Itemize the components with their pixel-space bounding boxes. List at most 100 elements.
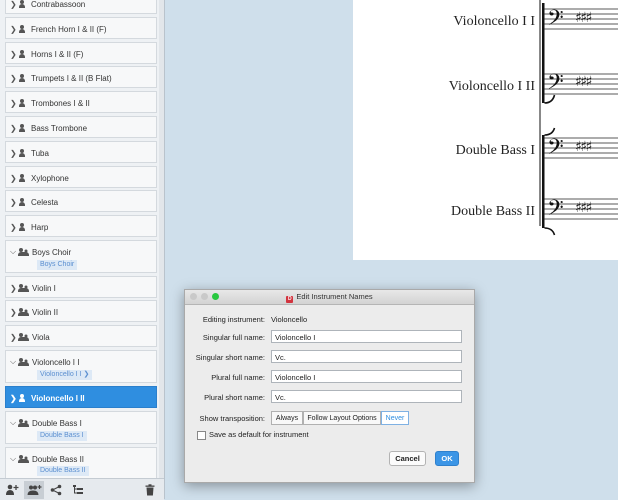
key-signature: ♯ ♯ ♯ xyxy=(575,74,592,90)
chevron-down-icon[interactable]: ⌵ xyxy=(10,357,18,367)
chevron-right-icon[interactable]: ❯ xyxy=(10,25,18,34)
instrument-label: Trumpets I & II (B Flat) xyxy=(31,73,112,83)
transposition-never-button[interactable]: Never xyxy=(381,411,409,425)
instrument-list: ❯ Contrabassoon ❯ French Horn I & II (F) ❯… xyxy=(0,0,164,478)
plural-short-name-field[interactable]: Vc. xyxy=(271,390,462,403)
staff-name: Violoncello I II xyxy=(448,79,535,94)
list-item[interactable]: ❯ Xylophone xyxy=(5,166,157,188)
chevron-right-icon[interactable]: ❯ xyxy=(10,99,18,108)
singular-full-name-field[interactable]: Violoncello I xyxy=(271,330,462,343)
person-icon xyxy=(18,99,26,107)
instrument-label: Tuba xyxy=(31,148,49,158)
list-item[interactable]: ⌵ Double Bass II Double Bass II xyxy=(5,447,157,478)
instrument-label: Bass Trombone xyxy=(31,123,88,133)
instrument-label: Celesta xyxy=(31,197,59,207)
transposition-follow-layout-button[interactable]: Follow Layout Options xyxy=(303,411,381,425)
instrument-tag[interactable]: Violoncello I I ❯ xyxy=(37,370,93,380)
bracket-hook xyxy=(544,127,556,136)
person-icon xyxy=(18,50,26,58)
list-item[interactable]: ❯ Celesta xyxy=(5,190,157,212)
list-item[interactable]: ❯ Contrabassoon xyxy=(5,0,157,14)
instrument-label: Trombones I & II xyxy=(31,98,90,108)
instrument-tag[interactable]: Double Bass II xyxy=(37,466,89,476)
list-item[interactable]: ❯ Violin I xyxy=(5,276,157,298)
scrollbar[interactable] xyxy=(159,0,164,478)
staff-name: Double Bass I xyxy=(455,143,535,158)
list-item[interactable]: ❯ Horns I & II (F) xyxy=(5,42,157,64)
key-signature: ♯ ♯ ♯ xyxy=(575,139,592,155)
add-section-player-icon[interactable] xyxy=(24,480,44,499)
add-solo-player-icon[interactable] xyxy=(2,481,22,499)
chevron-right-icon[interactable]: ❯ xyxy=(10,308,18,317)
dialog-title-text: Edit Instrument Names xyxy=(296,292,373,301)
chevron-right-icon[interactable]: ❯ xyxy=(10,174,18,183)
group-icon xyxy=(18,358,29,366)
person-icon xyxy=(18,74,26,82)
chevron-right-icon[interactable]: ❯ xyxy=(10,223,18,232)
key-signature: ♯ ♯ ♯ xyxy=(575,10,592,26)
staff-name: Double Bass II xyxy=(451,204,535,219)
chevron-right-icon[interactable]: ❯ xyxy=(10,74,18,83)
show-transposition-label: Show transposition: xyxy=(199,414,265,423)
chevron-right-icon[interactable]: ❯ xyxy=(10,284,18,293)
chevron-right-icon[interactable]: ❯ xyxy=(10,394,18,403)
instrument-label: Double Bass II xyxy=(32,454,85,464)
instrument-label: Violoncello I I xyxy=(32,357,80,367)
trash-icon[interactable] xyxy=(140,481,160,499)
instrument-label: Violin I xyxy=(32,283,56,293)
list-item[interactable]: ⌵ Violoncello I I Violoncello I I ❯ xyxy=(5,350,157,383)
chevron-right-icon[interactable]: ❯ xyxy=(10,333,18,342)
list-item[interactable]: ⌵ Boys Choir Boys Choir xyxy=(5,240,157,273)
score-staves xyxy=(539,0,618,236)
editing-instrument-value: Violoncello xyxy=(271,315,308,324)
dialog-title: D Edit Instrument Names xyxy=(185,292,474,303)
hierarchy-icon[interactable] xyxy=(68,481,88,499)
transposition-always-button[interactable]: Always xyxy=(271,411,303,425)
instrument-label: Violoncello I II xyxy=(31,393,85,403)
ok-button[interactable]: OK xyxy=(435,451,459,466)
person-icon xyxy=(18,198,26,206)
save-default-checkbox[interactable] xyxy=(197,431,206,440)
instrument-label: Horns I & II (F) xyxy=(31,49,84,59)
plural-full-name-label: Plural full name: xyxy=(211,373,265,382)
list-item[interactable]: ❯ Tuba xyxy=(5,141,157,163)
chevron-right-icon[interactable]: ❯ xyxy=(10,0,18,9)
person-icon xyxy=(18,0,26,8)
chevron-down-icon[interactable]: ⌵ xyxy=(10,454,18,464)
list-item[interactable]: ❯ Viola xyxy=(5,325,157,347)
key-signature: ♯ ♯ ♯ xyxy=(575,200,592,216)
list-item[interactable]: ❯ Harp xyxy=(5,215,157,237)
singular-short-name-field[interactable]: Vc. xyxy=(271,350,462,363)
chevron-down-icon[interactable]: ⌵ xyxy=(10,247,18,257)
bass-clef: 𝄢 xyxy=(547,135,564,165)
instrument-tag[interactable]: Boys Choir xyxy=(37,260,78,270)
plural-full-name-field[interactable]: Violoncello I xyxy=(271,370,462,383)
list-item[interactable]: ❯ Bass Trombone xyxy=(5,116,157,138)
person-icon xyxy=(18,223,26,231)
instrument-label: Viola xyxy=(32,332,50,342)
cancel-button[interactable]: Cancel xyxy=(389,451,426,466)
share-icon[interactable] xyxy=(46,481,66,499)
list-item-selected[interactable]: ❯ Violoncello I II xyxy=(5,386,157,408)
group-icon xyxy=(18,284,29,292)
bass-clef: 𝄢 xyxy=(547,6,564,36)
chevron-down-icon[interactable]: ⌵ xyxy=(10,418,18,428)
group-icon xyxy=(18,419,29,427)
instrument-tag[interactable]: Double Bass I xyxy=(37,431,87,441)
list-item[interactable]: ❯ Trumpets I & II (B Flat) xyxy=(5,66,157,88)
chevron-right-icon[interactable]: ❯ xyxy=(10,50,18,59)
group-icon xyxy=(18,308,29,316)
list-item[interactable]: ⌵ Double Bass I Double Bass I xyxy=(5,411,157,444)
bass-clef: 𝄢 xyxy=(547,70,564,100)
list-item[interactable]: ❯ Trombones I & II xyxy=(5,91,157,113)
list-item[interactable]: ❯ French Horn I & II (F) xyxy=(5,17,157,39)
person-icon xyxy=(18,25,26,33)
list-item[interactable]: ❯ Violin II xyxy=(5,300,157,322)
person-icon xyxy=(18,149,26,157)
person-icon xyxy=(18,174,26,182)
panel-toolbar xyxy=(0,478,164,500)
chevron-right-icon[interactable]: ❯ xyxy=(10,198,18,207)
chevron-right-icon[interactable]: ❯ xyxy=(10,124,18,133)
dialog-titlebar[interactable]: D Edit Instrument Names xyxy=(185,290,474,305)
chevron-right-icon[interactable]: ❯ xyxy=(10,149,18,158)
